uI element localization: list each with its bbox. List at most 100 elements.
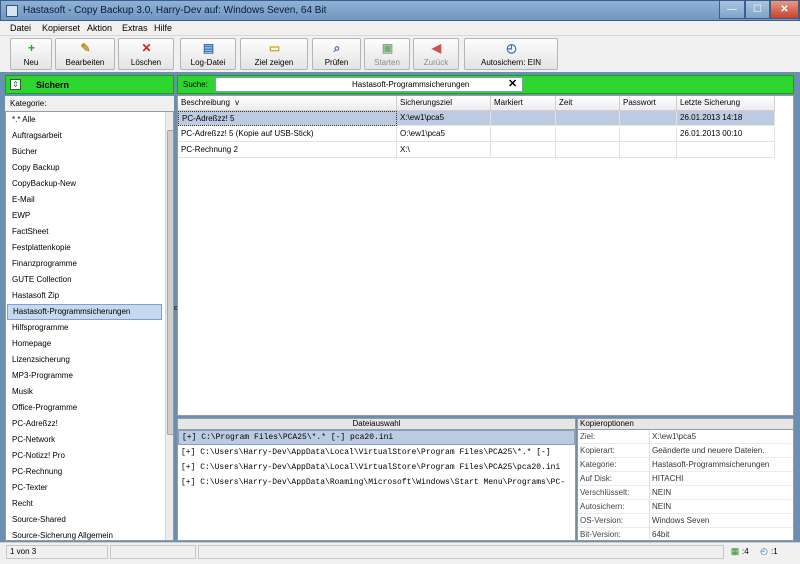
column-header-password[interactable]: Passwort xyxy=(620,96,677,111)
search-label: Suche: xyxy=(183,80,208,89)
option-row: Kopierart: Geänderte und neuere Dateien. xyxy=(578,444,793,458)
category-item[interactable]: Festplattenkopie xyxy=(7,240,162,256)
log-file-icon: ▤ xyxy=(202,41,215,55)
file-row-selected[interactable]: [+] C:\Program Files\PCA25\*.* [-] pca20… xyxy=(178,430,575,445)
autosave-button[interactable]: ◴ Autosichern: EIN xyxy=(464,38,558,70)
check-button[interactable]: ⌕ Prüfen xyxy=(312,38,361,70)
log-file-button-label: Log-Datei xyxy=(190,58,226,67)
category-item[interactable]: MP3-Programme xyxy=(7,368,162,384)
delete-button[interactable]: ✕ Löschen xyxy=(118,38,174,70)
status-panel-3 xyxy=(198,545,724,559)
category-item[interactable]: PC-Network xyxy=(7,432,162,448)
show-target-button[interactable]: ▭ Ziel zeigen xyxy=(240,38,308,70)
category-item[interactable]: Musik xyxy=(7,384,162,400)
menu-datei[interactable]: Datei xyxy=(10,23,31,33)
category-item[interactable]: E-Mail xyxy=(7,192,162,208)
menu-extras[interactable]: Extras xyxy=(122,23,148,33)
option-row: Autosichern: NEIN xyxy=(578,500,793,514)
menu-hilfe[interactable]: Hilfe xyxy=(154,23,172,33)
category-item[interactable]: Homepage xyxy=(7,336,162,352)
category-item[interactable]: EWP xyxy=(7,208,162,224)
category-item[interactable]: Copy Backup xyxy=(7,160,162,176)
back-button[interactable]: ◀ Zurück xyxy=(413,38,459,70)
minimize-button[interactable]: — xyxy=(719,1,745,19)
cell-target: X:\ew1\pca5 xyxy=(397,111,491,126)
edit-button-label: Bearbeiten xyxy=(65,58,105,67)
back-button-label: Zurück xyxy=(423,58,449,67)
collapse-icon[interactable]: ⇕ xyxy=(10,79,21,90)
copy-options-header: Kopieroptionen xyxy=(578,419,793,430)
cell-password xyxy=(620,127,677,142)
start-button[interactable]: ▣ Starten xyxy=(364,38,410,70)
category-item-selected[interactable]: Hastasoft-Programmsicherungen xyxy=(7,304,162,320)
log-file-button[interactable]: ▤ Log-Datei xyxy=(180,38,236,70)
option-row: Verschlüsselt: NEIN xyxy=(578,486,793,500)
category-item[interactable]: Finanzprogramme xyxy=(7,256,162,272)
category-item[interactable]: GUTE Collection xyxy=(7,272,162,288)
category-item[interactable]: Auftragsarbeit xyxy=(7,128,162,144)
category-item[interactable]: PC-Notizz! Pro xyxy=(7,448,162,464)
category-item[interactable]: Source-Sicherung Allgemein xyxy=(7,528,162,540)
column-header-target[interactable]: Sicherungsziel xyxy=(397,96,491,111)
check-icon: ⌕ xyxy=(333,41,341,55)
back-icon: ◀ xyxy=(431,41,442,55)
title-bar[interactable]: Hastasoft - Copy Backup 3.0, Harry-Dev a… xyxy=(0,0,800,21)
save-count: :4 xyxy=(742,547,749,556)
file-row[interactable]: [+] C:\Users\Harry-Dev\AppData\Local\Vir… xyxy=(178,445,575,460)
category-item[interactable]: Hastasoft Zip xyxy=(7,288,162,304)
cell-password xyxy=(620,111,677,126)
maximize-button[interactable]: ☐ xyxy=(745,1,770,19)
clear-search-icon[interactable]: ✕ xyxy=(508,78,517,90)
cell-marked xyxy=(491,111,556,126)
table-row[interactable]: PC-Rechnung 2 X:\ xyxy=(178,143,775,158)
option-value: NEIN xyxy=(652,488,672,497)
file-selection-panel: Dateiauswahl [+] C:\Program Files\PCA25\… xyxy=(177,418,576,541)
plus-icon: + xyxy=(27,41,35,55)
option-key: Kopierart: xyxy=(580,446,615,455)
cell-last-backup xyxy=(677,143,775,158)
column-header-marked[interactable]: Markiert xyxy=(491,96,556,111)
file-selection-header: Dateiauswahl xyxy=(178,419,575,430)
category-item[interactable]: PC-Rechnung xyxy=(7,464,162,480)
category-item[interactable]: Recht xyxy=(7,496,162,512)
cell-time xyxy=(556,143,620,158)
file-row[interactable]: [+] C:\Users\Harry-Dev\AppData\Roaming\M… xyxy=(178,475,575,490)
table-row[interactable]: PC-Adreßzz! 5 (Kopie auf USB-Stick) O:\e… xyxy=(178,127,775,142)
option-key: Ziel: xyxy=(580,432,596,441)
close-button[interactable]: ✕ xyxy=(770,1,799,19)
menu-kopierset[interactable]: Kopierset xyxy=(42,23,80,33)
option-value: 64bit xyxy=(652,530,670,539)
column-header-last-backup[interactable]: Letzte Sicherung xyxy=(677,96,775,111)
file-row[interactable]: [+] C:\Users\Harry-Dev\AppData\Local\Vir… xyxy=(178,460,575,475)
new-button[interactable]: + Neu xyxy=(10,38,52,70)
category-item[interactable]: Lizenzsicherung xyxy=(7,352,162,368)
start-button-label: Starten xyxy=(374,58,400,67)
option-key: Auf Disk: xyxy=(580,474,613,483)
cell-marked xyxy=(491,143,556,158)
scrollbar-thumb[interactable] xyxy=(167,130,173,435)
sort-indicator: v xyxy=(235,98,240,107)
edit-button[interactable]: ✎ Bearbeiten xyxy=(55,38,115,70)
menu-aktion[interactable]: Aktion xyxy=(87,23,112,33)
toolbar: + Neu ✎ Bearbeiten ✕ Löschen ▤ Log-Datei… xyxy=(0,36,800,72)
category-item[interactable]: Source-Shared xyxy=(7,512,162,528)
column-header-description[interactable]: Beschreibung v xyxy=(178,96,397,111)
table-row-selected[interactable]: PC-Adreßzz! 5 X:\ew1\pca5 26.01.2013 14:… xyxy=(178,111,775,126)
category-item[interactable]: PC-Texter xyxy=(7,480,162,496)
folder-icon: ▭ xyxy=(268,41,281,55)
option-row: OS-Version: Windows Seven xyxy=(578,514,793,528)
cell-marked xyxy=(491,127,556,142)
column-header-time[interactable]: Zeit xyxy=(556,96,620,111)
category-scrollbar[interactable] xyxy=(165,112,173,540)
category-item[interactable]: Hilfsprogramme xyxy=(7,320,162,336)
category-item[interactable]: FactSheet xyxy=(7,224,162,240)
cell-description: PC-Adreßzz! 5 xyxy=(178,111,397,126)
category-item[interactable]: CopyBackup-New xyxy=(7,176,162,192)
option-value: Geänderte und neuere Dateien. xyxy=(652,446,765,455)
category-item[interactable]: Bücher xyxy=(7,144,162,160)
category-item[interactable]: PC-Adreßzz! xyxy=(7,416,162,432)
category-item[interactable]: *.* Alle xyxy=(7,112,162,128)
option-key: Autosichern: xyxy=(580,502,625,511)
category-item[interactable]: Office-Programme xyxy=(7,400,162,416)
timer-icon: ◴ xyxy=(506,41,517,55)
